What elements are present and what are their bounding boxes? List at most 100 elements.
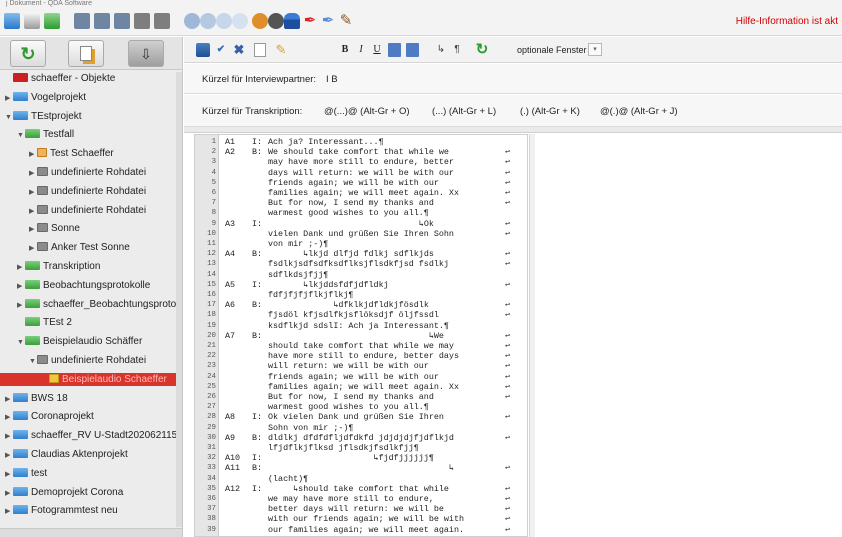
arrow-tool-3-icon[interactable] [216, 13, 232, 29]
transcript-text: (lacht)¶ [268, 473, 309, 484]
export-icon[interactable] [44, 13, 60, 29]
folder-tool-5-icon[interactable] [154, 13, 170, 29]
expanded-arrow-icon[interactable]: ▼ [17, 129, 25, 142]
tree-item[interactable]: ▶ Anker Test Sonne [0, 241, 176, 254]
collapsed-arrow-icon[interactable]: ▶ [17, 280, 25, 293]
tree-item[interactable]: ▼ undefinierte Rohdatei [0, 354, 176, 367]
tree-item[interactable]: ▼ Beispielaudio Schäffer [0, 335, 176, 348]
collapsed-arrow-icon[interactable]: ▶ [29, 167, 37, 180]
splitter[interactable] [184, 127, 842, 133]
collapsed-arrow-icon[interactable]: ▶ [5, 430, 13, 443]
tree-item[interactable]: ▶ Vogelprojekt [0, 91, 176, 104]
paragraph-icon[interactable]: ¶ [452, 43, 462, 57]
tree-item[interactable]: ▶ schaeffer_RV U-Stadt2020621158 [0, 429, 182, 443]
tree-item[interactable]: ▶ undefinierte Rohdatei [0, 166, 176, 179]
tree-item[interactable]: ▶ undefinierte Rohdatei [0, 204, 176, 217]
folder-tool-4-icon[interactable] [134, 13, 150, 29]
highlight-icon[interactable]: ✎ [274, 43, 288, 57]
collapsed-arrow-icon[interactable]: ▶ [17, 261, 25, 274]
copy-icon[interactable] [254, 43, 266, 57]
folder-icon [25, 336, 40, 346]
user-icon[interactable] [284, 13, 300, 29]
collapsed-arrow-icon[interactable]: ▶ [17, 299, 25, 312]
refresh-button[interactable]: ↻ [10, 40, 46, 67]
folder-tool-3-icon[interactable] [114, 13, 130, 29]
transcript-line: have more still to endure, better days ↩ [195, 352, 525, 361]
tree-item[interactable]: ▶ BWS 18 [0, 392, 176, 405]
tree-vertical-scrollbar[interactable] [176, 72, 182, 527]
interview-partner-value[interactable]: I B [326, 74, 338, 85]
underline-icon[interactable]: U [372, 43, 382, 57]
transcript-editor[interactable]: 1 2 3 4 5 6 7 8 9 10 11 12 13 14 15 16 17 18 19 20 21 22 23 24 2… [194, 134, 528, 537]
collapsed-arrow-icon[interactable]: ▶ [5, 505, 13, 518]
delete-icon[interactable]: ✖ [232, 43, 246, 57]
network-icon[interactable] [252, 13, 268, 29]
segment-id: A5 [225, 279, 236, 290]
collapsed-arrow-icon[interactable]: ▶ [29, 148, 37, 161]
line-break-icon[interactable]: ↳ [436, 43, 446, 57]
expanded-arrow-icon[interactable]: ▼ [17, 336, 25, 349]
tree-item-label: Coronaprojekt [31, 411, 94, 423]
tree-item[interactable]: ▼ Testfall [0, 128, 176, 141]
collapsed-arrow-icon[interactable]: ▶ [5, 468, 13, 481]
folder-tool-2-icon[interactable] [94, 13, 110, 29]
tree-item[interactable]: TEst 2 [0, 316, 176, 329]
tree-item[interactable]: ▶ Demoprojekt Corona [0, 486, 176, 499]
tree-item[interactable]: ▶ Test Schaeffer [0, 147, 176, 160]
collapsed-arrow-icon[interactable]: ▶ [5, 92, 13, 105]
edit-pen-icon[interactable]: ✎ [338, 13, 354, 29]
collapsed-arrow-icon[interactable]: ▶ [29, 223, 37, 236]
expanded-arrow-icon[interactable]: ▼ [5, 111, 13, 124]
text-style-icon[interactable] [388, 43, 401, 57]
save-project-icon[interactable] [24, 13, 40, 29]
tree-item[interactable]: ▶ test [0, 467, 176, 480]
arrow-tool-4-icon[interactable] [232, 13, 248, 29]
tree-item[interactable]: ▶ schaeffer_Beobachtungsprotok [0, 298, 181, 312]
tree-item[interactable]: ▶ Fotogrammtest neu [0, 504, 176, 517]
import-button[interactable]: ⇩ [128, 40, 164, 67]
transcript-line: families again; we will meet again. Xx ↩ [195, 383, 525, 392]
text-format-icon[interactable] [406, 43, 419, 57]
project-panel-toolbar: ↻ ⇩ [0, 37, 182, 70]
line-continuation-icon: ↩ [505, 504, 511, 515]
italic-icon[interactable]: I [356, 43, 366, 57]
tree-item[interactable]: ▼ TEstprojekt [0, 110, 176, 123]
save-icon[interactable] [196, 43, 210, 57]
collapsed-arrow-icon[interactable]: ▶ [5, 411, 13, 424]
tree-item[interactable]: ▶ Beobachtungsprotokolle [0, 279, 176, 292]
link-icon[interactable]: ✒ [320, 13, 336, 29]
tree-item[interactable]: ▶ Claudias Aktenprojekt [0, 448, 176, 461]
segment-id: A12 [225, 483, 241, 494]
file-icon [37, 185, 48, 195]
collapsed-arrow-icon[interactable]: ▶ [5, 393, 13, 406]
tree-item[interactable]: Beispielaudio Schaeffer [0, 372, 176, 386]
new-document-icon [80, 46, 92, 61]
collapsed-arrow-icon[interactable]: ▶ [29, 242, 37, 255]
expanded-arrow-icon[interactable]: ▼ [29, 355, 37, 368]
optional-windows-dropdown[interactable]: ▾ [588, 43, 602, 56]
collapsed-arrow-icon[interactable]: ▶ [29, 186, 37, 199]
settings-icon[interactable] [268, 13, 284, 29]
folder-icon [13, 467, 28, 477]
project-icon[interactable] [4, 13, 20, 29]
collapsed-arrow-icon[interactable]: ▶ [5, 449, 13, 462]
refresh-editor-icon[interactable]: ↻ [474, 42, 490, 57]
attachment-icon[interactable]: ✒ [302, 13, 318, 29]
tree-item[interactable]: ▶ Coronaprojekt [0, 410, 176, 423]
collapsed-arrow-icon[interactable]: ▶ [5, 487, 13, 500]
collapsed-arrow-icon[interactable]: ▶ [29, 205, 37, 218]
bold-icon[interactable]: B [340, 43, 350, 57]
line-continuation-icon: ↩ [505, 494, 511, 504]
editor-vertical-scrollbar[interactable] [529, 134, 535, 537]
tree-item[interactable]: schaeffer - Objekte [0, 72, 176, 85]
arrow-tool-2-icon[interactable] [200, 13, 216, 29]
folder-tool-1-icon[interactable] [74, 13, 90, 29]
tree-item[interactable]: ▶ undefinierte Rohdatei [0, 185, 176, 198]
transcript-text: ksdflkjd sdslI: Ach ja Interessant.¶ [268, 320, 449, 331]
spellcheck-icon[interactable]: ✔ [214, 43, 228, 57]
tree-item[interactable]: ▶ Sonne [0, 222, 176, 235]
tree-item[interactable]: ▶ Transkription [0, 260, 176, 273]
new-document-button[interactable] [68, 40, 104, 67]
arrow-tool-1-icon[interactable] [184, 13, 200, 29]
tree-horizontal-scrollbar[interactable] [0, 528, 182, 537]
